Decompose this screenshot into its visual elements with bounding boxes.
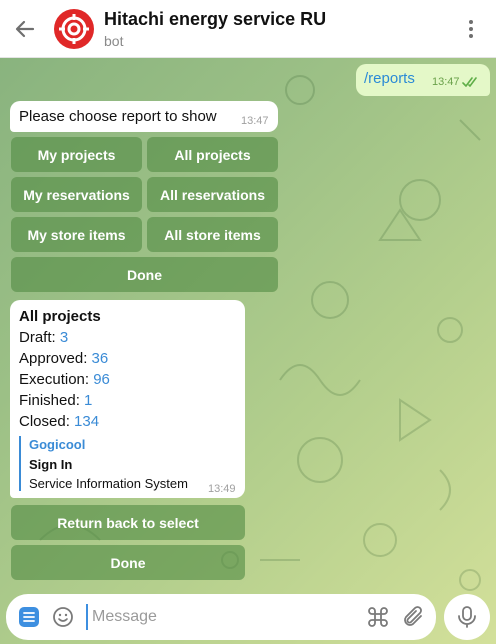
report-title: All projects (19, 308, 101, 325)
chat-title-block[interactable]: Hitachi energy service RU bot (104, 9, 326, 49)
report-line-finished: Finished: 1 (19, 392, 92, 409)
attach-paperclip-icon[interactable] (401, 605, 425, 629)
all-reservations-button[interactable]: All reservations (147, 177, 278, 212)
message-composer (6, 594, 436, 640)
report-label: Draft: (19, 329, 60, 346)
message-input[interactable] (86, 604, 356, 630)
report-message: All projects Draft: 3 Approved: 36 Execu… (10, 300, 245, 498)
link-preview[interactable]: Gogicool Sign In Service Information Sys… (19, 436, 214, 491)
chat-header: Hitachi energy service RU bot (0, 0, 496, 58)
message-text: Please choose report to show (19, 108, 217, 125)
return-back-button[interactable]: Return back to select (11, 505, 245, 540)
report-value[interactable]: 36 (92, 350, 109, 367)
report-value[interactable]: 1 (84, 392, 92, 409)
command-icon[interactable] (366, 605, 390, 629)
report-label: Execution: (19, 371, 94, 388)
report-value[interactable]: 96 (93, 371, 110, 388)
report-value[interactable]: 134 (74, 413, 99, 430)
emoji-icon[interactable] (52, 606, 74, 628)
my-projects-button[interactable]: My projects (11, 137, 142, 172)
read-checkmarks-icon (462, 77, 477, 87)
avatar[interactable] (54, 9, 94, 49)
done-button[interactable]: Done (11, 257, 278, 292)
outgoing-message: /reports 13:47 (356, 64, 490, 96)
my-reservations-button[interactable]: My reservations (11, 177, 142, 212)
report-line-approved: Approved: 36 (19, 350, 108, 367)
microphone-icon[interactable] (444, 594, 490, 640)
message-time: 13:47 (432, 76, 460, 88)
preview-title: Sign In (29, 457, 73, 472)
preview-description: Service Information System (29, 476, 188, 491)
chat-title: Hitachi energy service RU (104, 9, 327, 29)
report-value[interactable]: 3 (60, 329, 68, 346)
report-line-execution: Execution: 96 (19, 371, 110, 388)
report-label: Approved: (19, 350, 92, 367)
message-time: 13:49 (208, 483, 236, 495)
report-line-draft: Draft: 3 (19, 329, 68, 346)
more-vertical-icon[interactable] (460, 18, 482, 40)
all-store-items-button[interactable]: All store items (147, 217, 278, 252)
report-line-closed: Closed: 134 (19, 413, 99, 430)
bot-menu-icon[interactable] (19, 607, 39, 627)
message-time: 13:47 (241, 115, 269, 127)
all-projects-button[interactable]: All projects (147, 137, 278, 172)
incoming-message: Please choose report to show 13:47 (10, 101, 278, 132)
hitachi-logo-icon (59, 14, 89, 44)
done-button[interactable]: Done (11, 545, 245, 580)
my-store-items-button[interactable]: My store items (11, 217, 142, 252)
preview-site-name: Gogicool (29, 437, 86, 452)
back-arrow-icon[interactable] (12, 16, 38, 42)
outgoing-command-link[interactable]: /reports (364, 70, 415, 87)
report-label: Finished: (19, 392, 85, 409)
chat-subtitle: bot (104, 33, 124, 49)
report-label: Closed: (19, 413, 75, 430)
